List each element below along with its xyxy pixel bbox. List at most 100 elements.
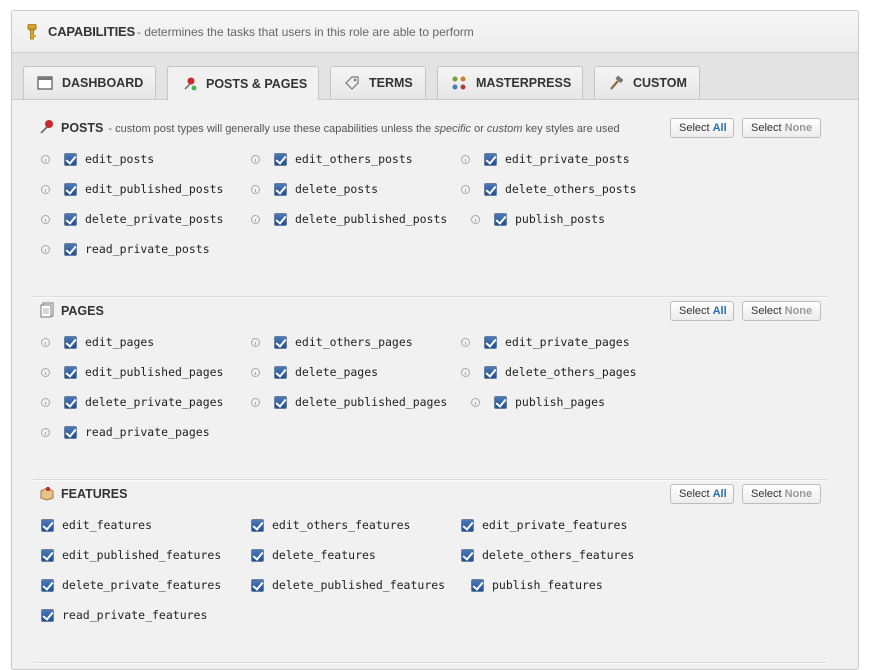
capability-item[interactable]: edit_others_posts (251, 151, 413, 167)
capability-checkbox[interactable] (41, 578, 54, 592)
info-icon[interactable] (41, 154, 50, 164)
tab-dashboard[interactable]: DASHBOARD (23, 66, 156, 99)
info-icon[interactable] (41, 337, 50, 347)
capability-checkbox[interactable] (494, 395, 507, 409)
info-icon[interactable] (461, 367, 470, 377)
capability-item[interactable]: edit_posts (41, 151, 154, 167)
capability-item[interactable]: read_private_posts (41, 241, 210, 257)
pages-select-all-button[interactable]: Select All (670, 301, 734, 321)
info-icon[interactable] (471, 397, 480, 407)
capability-checkbox[interactable] (274, 152, 287, 166)
capability-item[interactable]: read_private_features (41, 607, 207, 623)
capability-checkbox[interactable] (64, 212, 77, 226)
capability-item[interactable]: edit_private_posts (461, 151, 630, 167)
capability-item[interactable]: delete_private_pages (41, 394, 223, 410)
info-icon[interactable] (41, 244, 50, 254)
capability-checkbox[interactable] (64, 365, 77, 379)
posts-select-all-button[interactable]: Select All (670, 118, 734, 138)
info-icon[interactable] (251, 154, 260, 164)
info-icon[interactable] (471, 214, 480, 224)
capability-checkbox[interactable] (251, 518, 264, 532)
capability-item[interactable]: edit_published_pages (41, 364, 223, 380)
capability-checkbox[interactable] (64, 242, 77, 256)
capability-item[interactable]: delete_published_features (251, 577, 445, 593)
capability-checkbox[interactable] (64, 335, 77, 349)
info-icon[interactable] (41, 184, 50, 194)
info-icon[interactable] (41, 214, 50, 224)
posts-select-none-button[interactable]: Select None (742, 118, 821, 138)
capability-item[interactable]: edit_others_pages (251, 334, 413, 350)
info-icon[interactable] (41, 367, 50, 377)
info-icon[interactable] (41, 427, 50, 437)
capability-item[interactable]: edit_features (41, 517, 152, 533)
capability-label: edit_features (62, 518, 153, 532)
info-icon[interactable] (251, 367, 260, 377)
capability-item[interactable]: edit_pages (41, 334, 154, 350)
capability-label: delete_published_posts (295, 212, 448, 226)
capability-item[interactable]: delete_private_features (41, 577, 221, 593)
info-icon[interactable] (41, 397, 50, 407)
capability-checkbox[interactable] (484, 182, 497, 196)
capability-checkbox[interactable] (461, 518, 474, 532)
info-icon[interactable] (461, 337, 470, 347)
info-icon[interactable] (251, 184, 260, 194)
tab-posts-pages[interactable]: POSTS & PAGES (167, 66, 319, 100)
capability-checkbox[interactable] (64, 152, 77, 166)
tab-terms[interactable]: TERMS (330, 66, 426, 99)
capability-label: edit_published_features (62, 548, 222, 562)
capability-checkbox[interactable] (251, 548, 264, 562)
capability-item[interactable]: publish_posts (471, 211, 605, 227)
capability-checkbox[interactable] (41, 548, 54, 562)
capability-item[interactable]: delete_others_features (461, 547, 634, 563)
info-icon[interactable] (251, 214, 260, 224)
features-select-none-button[interactable]: Select None (742, 484, 821, 504)
capability-checkbox[interactable] (274, 182, 287, 196)
info-icon[interactable] (251, 397, 260, 407)
capability-item[interactable]: publish_pages (471, 394, 605, 410)
pages-select-none-button[interactable]: Select None (742, 301, 821, 321)
capability-item[interactable]: edit_published_features (41, 547, 221, 563)
info-icon[interactable] (251, 337, 260, 347)
capability-checkbox[interactable] (461, 548, 474, 562)
capability-item[interactable]: delete_published_posts (251, 211, 447, 227)
capability-item[interactable]: edit_private_features (461, 517, 627, 533)
pages-section: PAGES Select All Select None edit_pages edi… (33, 301, 827, 461)
capability-item[interactable]: edit_others_features (251, 517, 410, 533)
capability-checkbox[interactable] (64, 182, 77, 196)
capability-checkbox[interactable] (274, 365, 287, 379)
info-icon[interactable] (461, 184, 470, 194)
capability-item[interactable]: delete_others_posts (461, 181, 637, 197)
capability-label: publish_features (492, 578, 603, 592)
capability-checkbox[interactable] (484, 152, 497, 166)
capability-item[interactable]: delete_pages (251, 364, 378, 380)
dashboard-icon (37, 76, 53, 90)
capability-checkbox[interactable] (64, 395, 77, 409)
capability-item[interactable]: delete_posts (251, 181, 378, 197)
capability-item[interactable]: publish_features (471, 577, 603, 593)
capability-checkbox[interactable] (494, 212, 507, 226)
capability-checkbox[interactable] (64, 425, 77, 439)
capability-item[interactable]: delete_private_posts (41, 211, 223, 227)
capability-checkbox[interactable] (274, 212, 287, 226)
capability-item[interactable]: edit_private_pages (461, 334, 630, 350)
tab-masterpress[interactable]: MASTERPRESS (437, 66, 583, 99)
capability-checkbox[interactable] (471, 578, 484, 592)
capability-checkbox[interactable] (41, 518, 54, 532)
capability-checkbox[interactable] (274, 395, 287, 409)
capability-item[interactable]: read_private_pages (41, 424, 210, 440)
capability-label: delete_features (272, 548, 376, 562)
capability-checkbox[interactable] (274, 335, 287, 349)
capability-label: publish_pages (515, 395, 606, 409)
capability-item[interactable]: delete_others_pages (461, 364, 637, 380)
info-icon[interactable] (461, 154, 470, 164)
capability-item[interactable]: delete_features (251, 547, 376, 563)
capability-checkbox[interactable] (251, 578, 264, 592)
features-select-all-button[interactable]: Select All (670, 484, 734, 504)
capability-checkbox[interactable] (484, 365, 497, 379)
capability-checkbox[interactable] (41, 608, 54, 622)
tab-custom[interactable]: CUSTOM (594, 66, 700, 99)
capability-label: edit_published_posts (85, 182, 224, 196)
capability-item[interactable]: edit_published_posts (41, 181, 223, 197)
capability-item[interactable]: delete_published_pages (251, 394, 447, 410)
capability-checkbox[interactable] (484, 335, 497, 349)
